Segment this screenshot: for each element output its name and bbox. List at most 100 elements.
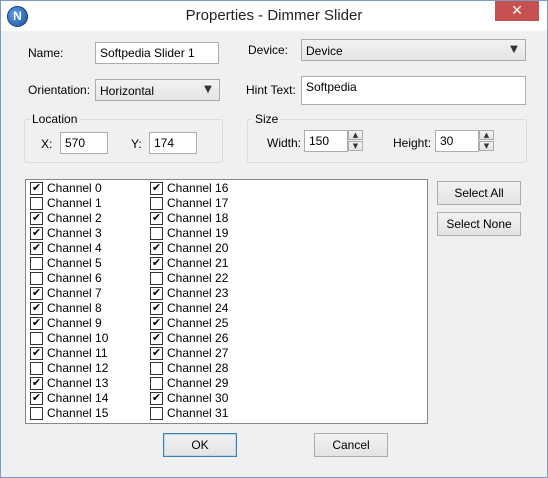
checkbox[interactable]: ✔	[30, 241, 43, 255]
hint-text-label: Hint Text:	[246, 83, 296, 97]
channel-label: Channel 25	[167, 316, 229, 330]
width-label: Width:	[267, 136, 302, 150]
checkbox[interactable]: ✔	[30, 391, 43, 405]
device-label: Device:	[248, 43, 289, 57]
checkmark-icon: ✔	[31, 376, 42, 389]
checkmark-icon: ✔	[31, 391, 42, 404]
checkbox[interactable]	[150, 407, 163, 420]
channel-label: Channel 20	[167, 241, 229, 255]
name-label: Name:	[28, 46, 64, 60]
channel-label: Channel 10	[47, 331, 109, 345]
y-input[interactable]: 174	[149, 132, 197, 154]
checkbox[interactable]	[150, 377, 163, 390]
channel-label: Channel 31	[167, 406, 229, 420]
checkbox[interactable]: ✔	[30, 346, 43, 360]
checkbox[interactable]	[150, 197, 163, 210]
channel-label: Channel 17	[167, 196, 229, 210]
channel-label: Channel 16	[167, 181, 229, 195]
channel-label: Channel 26	[167, 331, 229, 345]
checkbox[interactable]	[30, 197, 43, 210]
spin-up-icon[interactable]: ▲	[348, 130, 363, 140]
x-label: X:	[41, 137, 53, 151]
orientation-label: Orientation:	[28, 83, 91, 97]
checkmark-icon: ✔	[151, 316, 162, 329]
channel-label: Channel 24	[167, 301, 229, 315]
checkbox[interactable]: ✔	[150, 316, 163, 330]
checkmark-icon: ✔	[31, 226, 42, 239]
checkbox[interactable]: ✔	[150, 211, 163, 225]
checkbox[interactable]: ✔	[30, 286, 43, 300]
channel-label: Channel 1	[47, 196, 102, 210]
checkmark-icon: ✔	[151, 181, 162, 194]
checkmark-icon: ✔	[31, 316, 42, 329]
checkbox[interactable]: ✔	[30, 211, 43, 225]
checkbox[interactable]: ✔	[150, 181, 163, 195]
location-group-label: Location	[30, 112, 80, 126]
channel-label: Channel 22	[167, 271, 229, 285]
properties-dialog: N Properties - Dimmer Slider ✕ Name: Sof…	[0, 0, 548, 478]
spin-up-icon[interactable]: ▲	[479, 130, 494, 140]
channel-label: Channel 7	[47, 286, 102, 300]
channel-label: Channel 29	[167, 376, 229, 390]
checkmark-icon: ✔	[31, 181, 42, 194]
orientation-select[interactable]: Horizontal ▼	[95, 79, 220, 101]
checkbox[interactable]	[30, 257, 43, 270]
checkbox[interactable]: ✔	[150, 391, 163, 405]
ok-button[interactable]: OK	[163, 433, 237, 457]
title-bar: N Properties - Dimmer Slider ✕	[1, 1, 547, 31]
channel-label: Channel 2	[47, 211, 102, 225]
spin-down-icon[interactable]: ▼	[479, 141, 494, 151]
checkbox[interactable]	[30, 332, 43, 345]
checkbox[interactable]	[150, 272, 163, 285]
channel-list[interactable]: ✔ Channel 0 Channel 1 ✔ Channel 2 ✔ Channel 3 ✔…	[25, 179, 428, 424]
height-input[interactable]: 30	[435, 130, 479, 152]
channel-label: Channel 18	[167, 211, 229, 225]
checkbox[interactable]: ✔	[30, 181, 43, 195]
device-select-value: Device	[306, 44, 343, 58]
checkbox[interactable]	[150, 362, 163, 375]
checkbox[interactable]: ✔	[30, 376, 43, 390]
orientation-select-value: Horizontal	[100, 84, 155, 98]
hint-text-input[interactable]: Softpedia	[301, 76, 526, 105]
checkbox[interactable]: ✔	[150, 241, 163, 255]
chevron-down-icon: ▼	[204, 84, 212, 95]
cancel-button[interactable]: Cancel	[314, 433, 388, 457]
checkbox[interactable]	[150, 227, 163, 240]
checkmark-icon: ✔	[151, 346, 162, 359]
checkbox[interactable]: ✔	[30, 301, 43, 315]
channel-label: Channel 28	[167, 361, 229, 375]
channel-label: Channel 9	[47, 316, 102, 330]
checkbox[interactable]: ✔	[150, 346, 163, 360]
select-none-button[interactable]: Select None	[437, 212, 521, 236]
chevron-down-icon: ▼	[510, 44, 518, 55]
channel-label: Channel 14	[47, 391, 109, 405]
channel-label: Channel 19	[167, 226, 229, 240]
checkbox[interactable]	[30, 407, 43, 420]
width-input[interactable]: 150	[304, 130, 348, 152]
channel-label: Channel 8	[47, 301, 102, 315]
close-icon: ✕	[511, 3, 523, 19]
checkbox[interactable]	[30, 362, 43, 375]
select-all-button[interactable]: Select All	[437, 181, 521, 205]
checkmark-icon: ✔	[31, 286, 42, 299]
checkbox[interactable]: ✔	[150, 331, 163, 345]
x-input[interactable]: 570	[60, 132, 108, 154]
height-label: Height:	[393, 136, 432, 150]
device-select[interactable]: Device ▼	[301, 39, 526, 61]
channel-label: Channel 30	[167, 391, 229, 405]
name-input[interactable]: Softpedia Slider 1	[95, 42, 219, 64]
checkbox[interactable]	[30, 272, 43, 285]
channel-label: Channel 6	[47, 271, 102, 285]
checkbox[interactable]: ✔	[30, 226, 43, 240]
checkbox[interactable]: ✔	[150, 301, 163, 315]
channel-label: Channel 27	[167, 346, 229, 360]
checkbox[interactable]: ✔	[150, 286, 163, 300]
close-button[interactable]: ✕	[495, 1, 539, 21]
checkbox[interactable]: ✔	[30, 316, 43, 330]
checkbox[interactable]: ✔	[150, 256, 163, 270]
checkmark-icon: ✔	[151, 256, 162, 269]
checkmark-icon: ✔	[151, 331, 162, 344]
checkmark-icon: ✔	[151, 286, 162, 299]
spin-down-icon[interactable]: ▼	[348, 141, 363, 151]
checkmark-icon: ✔	[31, 211, 42, 224]
